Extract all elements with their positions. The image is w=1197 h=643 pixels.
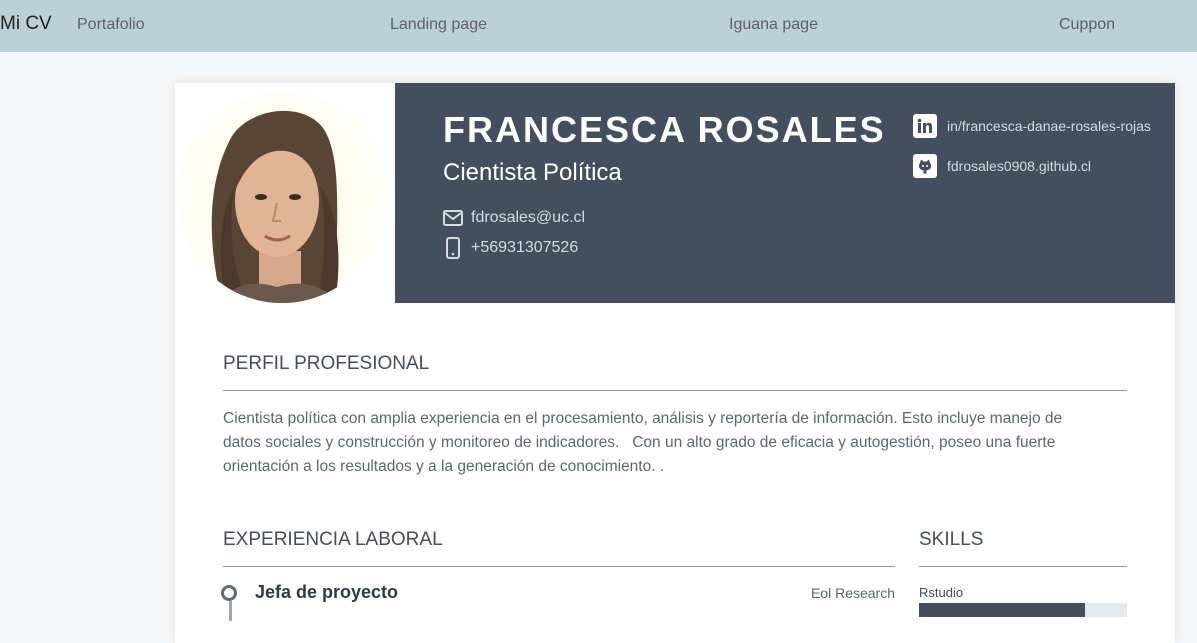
cv-card: FRANCESCA ROSALES Cientista Política fdr…: [175, 83, 1175, 643]
profile-photo: [177, 91, 387, 303]
email-text[interactable]: fdrosales@uc.cl: [471, 209, 585, 227]
perfil-divider: [223, 390, 1127, 391]
job-company: Eol Research: [810, 585, 895, 601]
github-icon: [913, 154, 937, 178]
nav-link-landing-page[interactable]: Landing page: [390, 16, 487, 34]
brand-link[interactable]: Mi CV: [0, 13, 52, 35]
timeline-line: [229, 601, 232, 621]
portrait-illustration: [211, 110, 342, 303]
github-row[interactable]: fdrosales0908.github.cl: [913, 154, 1091, 178]
linkedin-icon: [913, 114, 937, 138]
skill-name: Rstudio: [919, 585, 964, 600]
skills-section-title: SKILLS: [919, 529, 984, 550]
timeline-dot: [221, 585, 237, 601]
top-navbar: Mi CV Portafolio Landing page Iguana pag…: [0, 0, 1197, 52]
nav-link-portafolio[interactable]: Portafolio: [77, 16, 145, 34]
github-text[interactable]: fdrosales0908.github.cl: [947, 158, 1091, 174]
skills-divider: [919, 566, 1127, 567]
mobile-phone-icon: [443, 237, 463, 259]
experiencia-section-title: EXPERIENCIA LABORAL: [223, 529, 443, 550]
experiencia-divider: [223, 566, 895, 567]
person-title: Cientista Política: [443, 159, 622, 186]
cv-header: FRANCESCA ROSALES Cientista Política fdr…: [395, 83, 1175, 303]
envelope-icon: [443, 207, 463, 229]
person-name: FRANCESCA ROSALES: [443, 109, 886, 150]
skill-bar: [919, 603, 1127, 617]
perfil-section-title: PERFIL PROFESIONAL: [223, 353, 430, 374]
phone-row: +56931307526: [443, 237, 578, 259]
job-title: Jefa de proyecto: [255, 582, 399, 602]
profile-photo-container: [175, 83, 395, 303]
perfil-text: Cientista política con amplia experienci…: [223, 410, 1067, 475]
email-row: fdrosales@uc.cl: [443, 207, 585, 229]
nav-link-cuppon[interactable]: Cuppon: [1059, 16, 1115, 34]
linkedin-row[interactable]: in/francesca-danae-rosales-rojas: [913, 114, 1151, 138]
phone-text: +56931307526: [471, 239, 579, 256]
nav-link-iguana-page[interactable]: Iguana page: [729, 16, 818, 34]
linkedin-text[interactable]: in/francesca-danae-rosales-rojas: [947, 118, 1151, 134]
skill-bar-fill: [919, 603, 1086, 617]
